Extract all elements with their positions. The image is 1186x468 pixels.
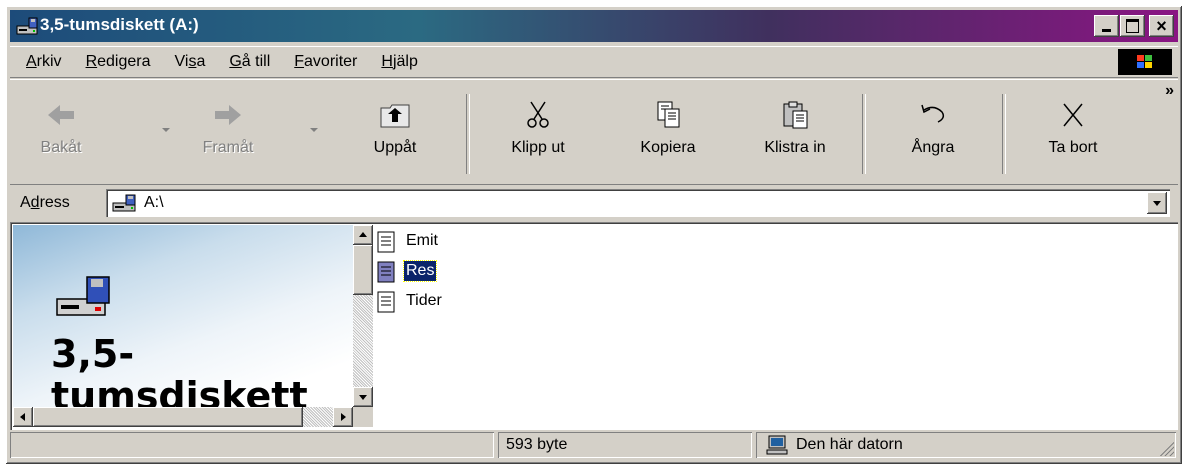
menu-item-hjälp[interactable]: Hjälp xyxy=(381,53,417,71)
status-panel-zone: Den här datorn xyxy=(756,432,1176,458)
scroll-down-button[interactable] xyxy=(353,387,373,407)
address-label: Adress xyxy=(20,194,70,211)
menu-item-favoriter[interactable]: Favoriter xyxy=(294,53,357,71)
file-name[interactable]: Res xyxy=(402,260,438,282)
copy-button[interactable]: Kopiera xyxy=(620,96,716,166)
delete-button[interactable]: Ta bort xyxy=(1026,96,1120,166)
status-panel-info xyxy=(10,432,494,458)
back-button[interactable]: Bakåt xyxy=(22,96,100,166)
menu-item-redigera[interactable]: Redigera xyxy=(86,53,151,71)
up-button[interactable]: Uppåt xyxy=(356,96,434,166)
minimize-button[interactable] xyxy=(1094,15,1119,37)
explorer-window: 3,5-tumsdiskett (A:) × Arkiv Redigera Visa… xyxy=(6,6,1182,464)
scissors-icon xyxy=(527,101,549,128)
file-name[interactable]: Emit xyxy=(404,231,440,251)
horizontal-scroll-thumb[interactable] xyxy=(33,407,303,427)
close-icon: × xyxy=(1156,16,1167,36)
floppy-drive-icon xyxy=(56,276,110,316)
back-label: Bakåt xyxy=(40,139,82,156)
menu-items: Arkiv Redigera Visa Gå till Favoriter Hjälp xyxy=(26,53,442,71)
scroll-left-button[interactable] xyxy=(13,407,33,427)
cut-label: Klipp ut xyxy=(511,139,565,156)
left-pane-vertical-scrollbar[interactable] xyxy=(353,225,373,407)
forward-button[interactable]: Framåt xyxy=(186,96,270,166)
folder-up-icon xyxy=(380,104,410,128)
close-button[interactable]: × xyxy=(1149,15,1174,37)
paste-button[interactable]: Klistra in xyxy=(742,96,848,166)
up-label: Uppåt xyxy=(373,139,417,156)
forward-label: Framåt xyxy=(202,139,254,156)
status-bar: 593 byte Den här datorn xyxy=(10,432,1178,460)
paste-label: Klistra in xyxy=(764,139,826,156)
toolbar-separator xyxy=(862,94,866,174)
scrollbar-corner xyxy=(353,407,373,427)
window-title: 3,5-tumsdiskett (A:) xyxy=(40,15,199,34)
resize-grip[interactable] xyxy=(1158,440,1174,456)
address-field[interactable]: A:\ xyxy=(106,189,1170,217)
address-bar: Adress A:\ xyxy=(10,186,1178,220)
drive-title: 3,5- tumsdiskett xyxy=(51,333,308,407)
toolbar-separator xyxy=(466,94,470,174)
menu-bar: Arkiv Redigera Visa Gå till Favoriter Hjälp xyxy=(10,46,1178,78)
minimize-icon xyxy=(1102,29,1111,32)
undo-icon xyxy=(921,104,945,123)
undo-button[interactable]: Ångra xyxy=(888,96,978,166)
status-panel-size: 593 byte xyxy=(498,432,752,458)
file-name[interactable]: Tider xyxy=(404,291,444,311)
undo-label: Ångra xyxy=(911,139,955,156)
maximize-icon xyxy=(1126,19,1139,33)
status-size: 593 byte xyxy=(506,436,568,453)
windows-logo xyxy=(1118,49,1172,75)
text-file-icon xyxy=(377,231,395,253)
windows-flag-icon xyxy=(1137,55,1153,69)
status-zone: Den här datorn xyxy=(796,436,903,453)
web-view-pane: 3,5- tumsdiskett xyxy=(13,225,353,407)
cut-button[interactable]: Klipp ut xyxy=(490,96,586,166)
scroll-up-button[interactable] xyxy=(353,225,373,245)
title-bar[interactable]: 3,5-tumsdiskett (A:) × xyxy=(10,10,1178,42)
menu-item-gå-till[interactable]: Gå till xyxy=(229,53,270,71)
maximize-button[interactable] xyxy=(1120,15,1145,37)
computer-icon xyxy=(766,435,788,455)
menu-item-arkiv[interactable]: Arkiv xyxy=(26,53,62,71)
delete-x-icon xyxy=(1063,103,1083,127)
vertical-scroll-thumb[interactable] xyxy=(353,245,373,295)
toolbar-separator xyxy=(1002,94,1006,174)
copy-label: Kopiera xyxy=(640,139,696,156)
paste-icon xyxy=(783,101,808,129)
left-pane-horizontal-scrollbar[interactable] xyxy=(13,407,353,427)
forward-arrow-icon xyxy=(215,105,241,125)
content-area: 3,5- tumsdiskett Emit Res Tider xyxy=(10,222,1178,430)
menu-item-visa[interactable]: Visa xyxy=(175,53,206,71)
toolbar-more-chevron[interactable]: » xyxy=(1165,82,1174,100)
forward-dropdown-icon[interactable] xyxy=(310,128,318,132)
floppy-drive-icon xyxy=(16,17,38,35)
back-dropdown-icon[interactable] xyxy=(162,128,170,132)
text-file-icon xyxy=(377,261,395,283)
text-file-icon xyxy=(377,291,395,313)
drive-title-line2: tumsdiskett xyxy=(51,374,308,407)
address-value[interactable]: A:\ xyxy=(144,194,164,212)
back-arrow-icon xyxy=(48,105,74,125)
toolbar: Bakåt Framåt Uppåt Klipp ut Kopiera Klis… xyxy=(10,79,1178,185)
copy-icon xyxy=(657,101,680,128)
scroll-right-button[interactable] xyxy=(333,407,353,427)
drive-title-line1: 3,5- xyxy=(51,332,135,376)
floppy-drive-icon xyxy=(112,194,136,212)
delete-label: Ta bort xyxy=(1048,139,1098,156)
address-dropdown-button[interactable] xyxy=(1147,192,1167,214)
